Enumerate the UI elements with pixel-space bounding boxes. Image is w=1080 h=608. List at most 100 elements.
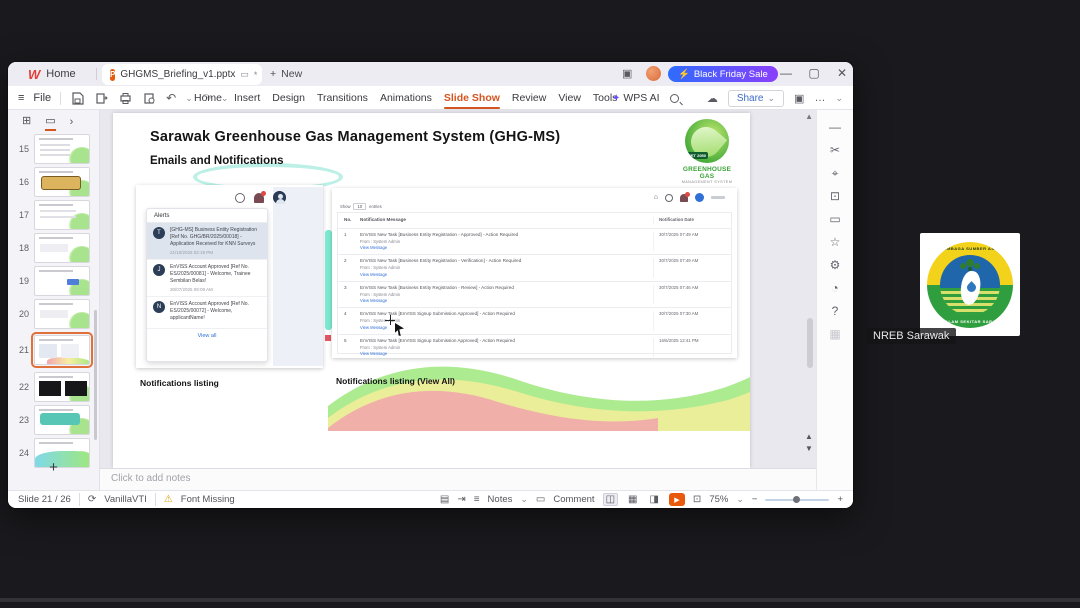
zoom-in-button[interactable]: + [837,494,843,505]
wps-ai-menu[interactable]: ✦ WPS AI [612,92,660,104]
slideshow-play-button[interactable]: ▶ [668,493,685,506]
shapes-icon[interactable]: ⊡ [830,189,840,203]
menu-item[interactable]: Animations [378,86,434,110]
notifications-table: No. Notification Message Notification Da… [337,212,732,358]
menu-toolbar: ≡ File ↶ ⌄ ↷ ⌄ Home Insert Design Transi… [8,86,853,110]
menu-item[interactable]: Transitions [315,86,370,110]
comment-icon[interactable]: ▭ [829,212,840,226]
panel-scrollbar[interactable] [94,310,97,440]
slide-thumb-row[interactable]: 20 [8,297,99,330]
next-slide-button[interactable]: ▼ [803,444,815,453]
slide-thumbnail[interactable] [34,199,90,230]
zoom-slider-knob[interactable] [793,495,801,503]
slide-canvas[interactable]: Sarawak Greenhouse Gas Management System… [113,113,750,468]
zoom-out-button[interactable]: − [752,494,758,505]
minimize-button[interactable]: — [778,66,794,80]
design-tools-icon[interactable]: ✂ [830,143,840,157]
ai-style-icon[interactable]: ⌖ [832,166,839,180]
help-icon[interactable]: ? [832,304,839,318]
account-avatar[interactable] [646,66,661,81]
screenshot-header-icons [235,190,286,204]
ghgms-logo: NET 2050 GREENHOUSE GAS MANAGEMENT SYSTE… [675,119,739,184]
cell-message: EnVISS New Task [EnVISS Signup Submissio… [360,337,515,343]
theme-name[interactable]: VanillaVTI [104,494,147,505]
new-tab-button[interactable]: + New [270,62,302,86]
slide-thumb-row[interactable]: 19 [8,264,99,297]
more-options-icon[interactable]: … [814,92,825,104]
chevron-down-icon[interactable]: ⌄ [520,494,528,505]
slide-thumb-row[interactable]: 22 [8,370,99,403]
slide-thumbnail[interactable] [34,404,90,435]
normal-view-button[interactable]: ◫ [602,493,619,506]
collapse-ribbon-icon[interactable]: ⌄ [835,93,843,104]
save-icon[interactable] [70,91,85,106]
apps-icon[interactable]: ▦ [829,327,840,341]
wps-logo-icon: W [28,66,41,82]
pptx-file-icon: P [110,68,116,81]
zoom-dropdown-icon[interactable]: ⌄ [736,494,744,505]
decor-teal-bar [325,230,332,330]
menu-item[interactable]: Design [270,86,307,110]
menu-item[interactable]: Slide Show [442,86,502,110]
print-preview-icon[interactable] [142,91,157,106]
zoom-level[interactable]: 75% [709,494,728,505]
collapse-panel-icon[interactable]: › [70,116,74,128]
slide-sorter-button[interactable]: ▦ [626,494,639,505]
slide-thumbnail[interactable] [34,166,90,197]
slide-thumbnail[interactable] [34,265,90,296]
slide-thumbnail[interactable] [34,371,90,402]
export-icon[interactable] [94,91,109,106]
slide-thumbnail[interactable] [34,298,90,329]
fullscreen-icon[interactable]: ⊡ [693,494,701,505]
notes-placeholder[interactable]: Click to add notes [111,473,191,484]
history-icon[interactable]: ◔ [831,281,838,295]
slide-thumb-row[interactable]: 17 [8,198,99,231]
collapse-icon[interactable]: — [829,120,841,134]
file-menu[interactable]: File [33,92,51,104]
maximize-button[interactable]: ▢ [806,66,822,80]
zoom-slider[interactable] [765,495,830,503]
search-icon[interactable] [669,93,679,103]
add-slide-button[interactable]: + [8,459,99,476]
window-layout-icon[interactable]: ▣ [622,67,632,80]
tab-home[interactable]: W Home [14,62,90,86]
notes-bar[interactable]: Click to add notes [100,468,816,490]
tab-document[interactable]: P GHGMS_Briefing_v1.pptx ▭ * [102,64,262,85]
document-scrollbar[interactable] [807,318,813,368]
slide-thumb-row[interactable]: 21 [8,330,99,370]
slide-thumb-row[interactable]: 23 [8,403,99,436]
share-button[interactable]: Share ⌄ [727,89,785,107]
settings-icon[interactable]: ⚙ [830,258,841,272]
slide-thumbnail[interactable] [34,133,90,164]
outline-view-icon[interactable]: ⊞ [22,114,31,129]
undo-button[interactable]: ↶ [166,91,176,105]
previous-slide-button[interactable]: ▲ [803,432,815,441]
sidebar-toggle-icon[interactable]: ▣ [794,92,804,105]
menu-item[interactable]: Insert [232,86,262,110]
print-icon[interactable] [118,91,133,106]
slide-view-icon[interactable]: ▭ [45,114,57,131]
hamburger-icon[interactable]: ≡ [18,92,24,104]
toolbar-right-cluster: ☁ Share ⌄ ▣ … ⌄ [707,86,843,110]
favorites-icon[interactable]: ☆ [830,235,841,249]
export-notes-icon[interactable]: ⇥ [457,494,465,505]
status-left-cluster: Slide 21 / 26 ⟳ VanillaVTI ⚠ Font Missin… [18,493,235,506]
cloud-sync-icon[interactable]: ☁ [707,92,718,105]
move-cursor-icon [385,315,395,325]
scroll-up-arrow[interactable]: ▲ [805,112,813,121]
reading-view-button[interactable]: ◨ [647,494,660,505]
menu-item[interactable]: Home [192,86,224,110]
slide-thumb-row[interactable]: 15 [8,132,99,165]
page-icon[interactable]: ▤ [440,494,449,505]
close-button[interactable]: ✕ [834,66,850,80]
menu-item[interactable]: Review [510,86,548,110]
font-missing-label[interactable]: Font Missing [181,494,235,505]
comment-button[interactable]: Comment [553,494,594,505]
slide-thumbnail[interactable] [34,232,90,263]
slide-thumbnail[interactable] [31,332,93,368]
slide-thumb-row[interactable]: 16 [8,165,99,198]
menu-item[interactable]: View [556,86,583,110]
black-friday-sale-button[interactable]: ⚡ Black Friday Sale [668,66,778,82]
notes-toggle[interactable]: Notes [488,494,513,505]
slide-thumb-row[interactable]: 18 [8,231,99,264]
